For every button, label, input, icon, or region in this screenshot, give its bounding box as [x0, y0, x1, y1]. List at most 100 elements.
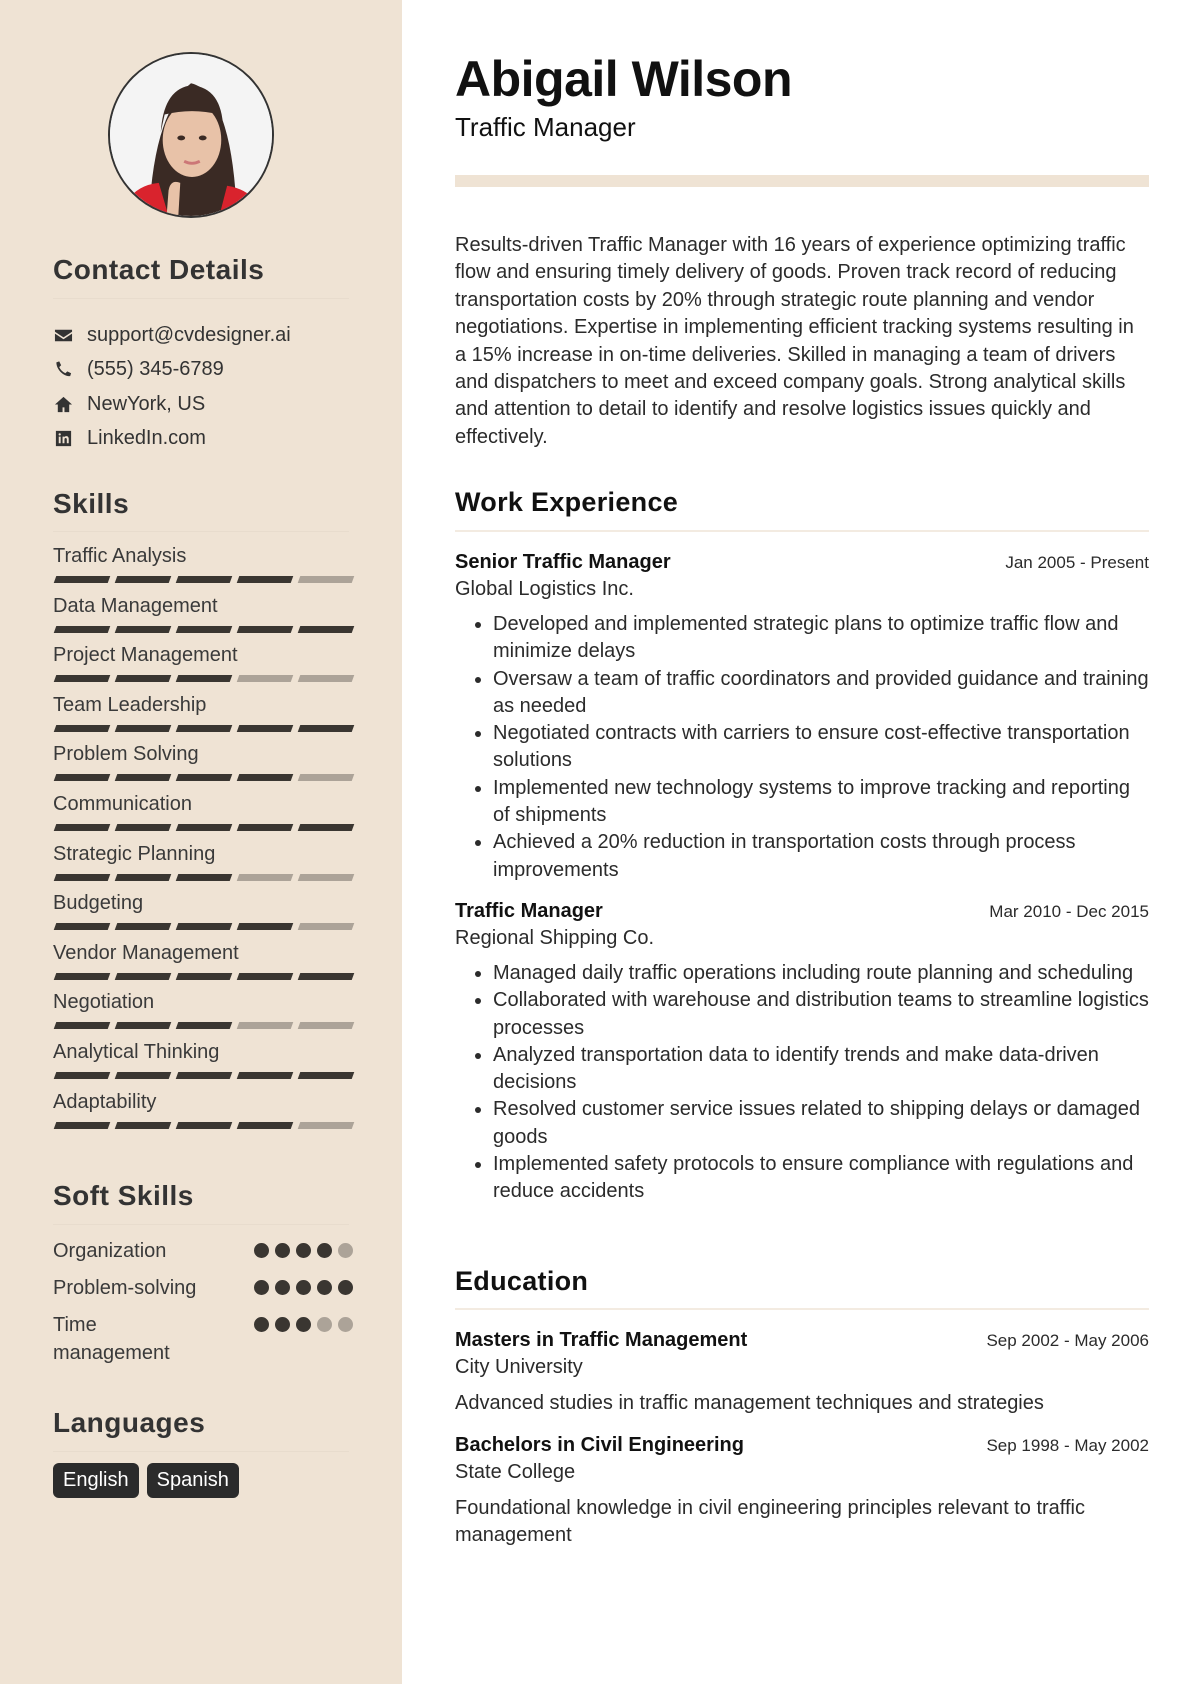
- skill-segment-empty: [236, 873, 294, 881]
- language-badge: English: [53, 1463, 139, 1498]
- skill-segment-empty: [297, 873, 355, 881]
- language-badge: Spanish: [146, 1463, 239, 1498]
- rating-dot-filled: [254, 1243, 269, 1258]
- skill-segment-filled: [236, 625, 294, 633]
- skill-segment-filled: [114, 823, 172, 831]
- candidate-name: Abigail Wilson: [455, 51, 793, 107]
- skill-name: Vendor Management: [53, 941, 239, 964]
- bullet-item: Achieved a 20% reduction in transportati…: [493, 829, 1149, 884]
- contact-divider: [53, 298, 349, 299]
- skills-list: Traffic Analysis Data Management Project M…: [53, 543, 355, 1138]
- envelope-icon: [53, 325, 73, 345]
- skill-segment-filled: [236, 1121, 294, 1129]
- skill-segment-filled: [175, 675, 233, 683]
- soft-skill-name: Time management: [53, 1314, 170, 1364]
- education-entry: Masters in Traffic Management Sep 2002 - …: [455, 1327, 1149, 1417]
- soft-skill-name: Problem-solving: [53, 1277, 197, 1299]
- job-header: Traffic Manager Mar 2010 - Dec 2015: [455, 898, 1149, 925]
- skill-segment-filled: [114, 1121, 172, 1129]
- skill-name: Budgeting: [53, 892, 144, 915]
- skill-segment-filled: [114, 625, 172, 633]
- job-bullets: Developed and implemented strategic plan…: [455, 611, 1149, 884]
- job-title: Traffic Manager: [455, 900, 603, 922]
- education-description: Advanced studies in traffic management t…: [455, 1392, 1044, 1414]
- education-dates: Sep 2002 - May 2006: [986, 1331, 1149, 1350]
- skill-segment-filled: [53, 1121, 111, 1129]
- skill-segment-filled: [236, 923, 294, 931]
- skills-divider: [53, 531, 349, 532]
- summary-text: Results-driven Traffic Manager with 16 y…: [455, 234, 1134, 448]
- home-icon: [53, 394, 73, 414]
- job-bullets: Managed daily traffic operations includi…: [455, 960, 1149, 1206]
- skill-segment-filled: [114, 724, 172, 732]
- skill-item: Vendor Management: [53, 940, 355, 990]
- soft-skill-item: Time management: [53, 1311, 353, 1367]
- skill-segment-filled: [114, 923, 172, 931]
- skill-segment-filled: [53, 724, 111, 732]
- contact-email[interactable]: support@cvdesigner.ai: [53, 318, 291, 353]
- skill-segment-filled: [175, 576, 233, 583]
- rating-dot-filled: [275, 1243, 290, 1258]
- rating-dot-empty: [338, 1317, 353, 1332]
- job-header: Senior Traffic Manager Jan 2005 - Present: [455, 549, 1149, 576]
- bullet-item: Analyzed transportation data to identify…: [493, 1042, 1149, 1097]
- skill-level-bar: [53, 1022, 355, 1030]
- skill-segment-filled: [114, 675, 172, 683]
- skill-item: Analytical Thinking: [53, 1039, 355, 1089]
- contact-location: NewYork, US: [53, 387, 291, 422]
- skill-level-bar: [53, 823, 355, 831]
- soft-skill-rating: [254, 1280, 353, 1295]
- skill-segment-filled: [175, 774, 233, 782]
- location-text: NewYork, US: [87, 392, 206, 415]
- languages-divider: [53, 1451, 349, 1452]
- contact-linkedin[interactable]: LinkedIn.com: [53, 422, 291, 457]
- education-divider: [455, 1308, 1149, 1310]
- languages-heading: Languages: [53, 1407, 206, 1438]
- rating-dot-filled: [296, 1243, 311, 1258]
- candidate-title: Traffic Manager: [455, 112, 636, 142]
- skill-segment-filled: [236, 576, 294, 583]
- skill-segment-filled: [53, 823, 111, 831]
- bullet-item: Resolved customer service issues related…: [493, 1096, 1149, 1151]
- contact-list: support@cvdesigner.ai (555) 345-6789 New…: [53, 318, 291, 456]
- profile-photo: [108, 52, 274, 218]
- skill-item: Budgeting: [53, 890, 355, 940]
- skill-level-bar: [53, 873, 355, 881]
- bullet-item: Developed and implemented strategic plan…: [493, 611, 1149, 666]
- skill-item: Negotiation: [53, 989, 355, 1039]
- job-dates: Jan 2005 - Present: [1005, 553, 1149, 572]
- skill-segment-filled: [53, 675, 111, 683]
- languages-list: English Spanish: [53, 1463, 239, 1498]
- education-dates: Sep 1998 - May 2002: [986, 1436, 1149, 1455]
- portrait-image: [110, 54, 272, 216]
- education-heading: Education: [455, 1266, 589, 1296]
- soft-skill-rating: [254, 1317, 353, 1332]
- header-accent-bar: [455, 175, 1149, 187]
- work-experience-heading: Work Experience: [455, 487, 679, 517]
- skill-level-bar: [53, 724, 355, 732]
- degree-title: Bachelors in Civil Engineering: [455, 1434, 744, 1456]
- education-entry: Bachelors in Civil Engineering Sep 1998 -…: [455, 1432, 1149, 1549]
- phone-text: (555) 345-6789: [87, 358, 224, 381]
- job-entry: Traffic Manager Mar 2010 - Dec 2015 Region…: [455, 898, 1149, 1206]
- company-name: Global Logistics Inc.: [455, 578, 634, 600]
- skill-segment-empty: [297, 675, 355, 683]
- soft-skills-divider: [53, 1224, 349, 1225]
- rating-dot-filled: [338, 1280, 353, 1295]
- job-entry: Senior Traffic Manager Jan 2005 - Present…: [455, 549, 1149, 884]
- education-description: Foundational knowledge in civil engineer…: [455, 1497, 1085, 1546]
- contact-phone[interactable]: (555) 345-6789: [53, 353, 291, 388]
- skill-level-bar: [53, 923, 355, 931]
- rating-dot-filled: [254, 1317, 269, 1332]
- skill-item: Communication: [53, 791, 355, 841]
- rating-dot-filled: [317, 1243, 332, 1258]
- phone-icon: [53, 360, 73, 380]
- soft-skill-item: Problem-solving: [53, 1274, 353, 1302]
- skill-segment-filled: [175, 923, 233, 931]
- skill-segment-filled: [175, 823, 233, 831]
- soft-skill-rating: [254, 1243, 353, 1258]
- bullet-item: Implemented safety protocols to ensure c…: [493, 1151, 1149, 1206]
- bullet-item: Oversaw a team of traffic coordinators a…: [493, 666, 1149, 721]
- skill-segment-filled: [297, 1071, 355, 1079]
- skill-segment-filled: [297, 972, 355, 980]
